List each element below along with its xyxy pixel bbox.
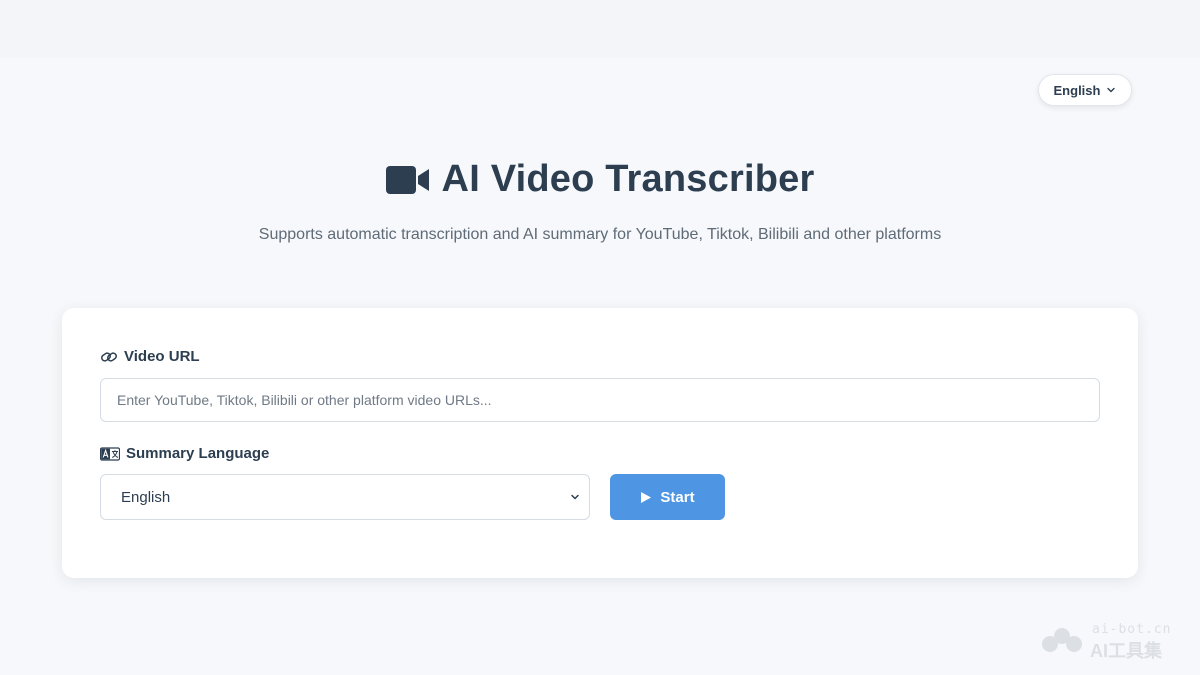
page-title: AI Video Transcriber [0,158,1200,201]
video-camera-icon [385,165,430,195]
page-title-text: AI Video Transcriber [441,158,815,200]
start-button[interactable]: Start [610,474,725,520]
chevron-down-icon [1106,85,1116,95]
link-icon [100,350,118,364]
chevron-down-icon [569,491,581,503]
language-switch-button[interactable]: English [1038,74,1132,106]
page-subtitle: Supports automatic transcription and AI … [258,226,942,243]
watermark-logo [1042,628,1082,652]
summary-language-label-text: Summary Language [126,445,270,462]
top-bar [0,0,1200,58]
summary-language-select[interactable]: English [100,474,590,520]
play-icon [640,491,652,504]
video-url-label: Video URL [100,348,200,365]
transcribe-form-card: Video URL Summary Language English Start [62,308,1138,578]
video-url-label-text: Video URL [124,348,200,365]
summary-language-selected: English [121,488,171,506]
language-switch-label: English [1053,82,1101,98]
language-icon [100,446,120,461]
watermark-domain: ai-bot.cn [1092,622,1172,637]
video-url-input[interactable] [100,378,1100,422]
watermark: ai-bot.cn AI工具集 [1040,620,1190,661]
summary-language-label: Summary Language [100,445,269,462]
start-button-label: Start [660,488,695,506]
watermark-name: AI工具集 [1090,641,1162,661]
